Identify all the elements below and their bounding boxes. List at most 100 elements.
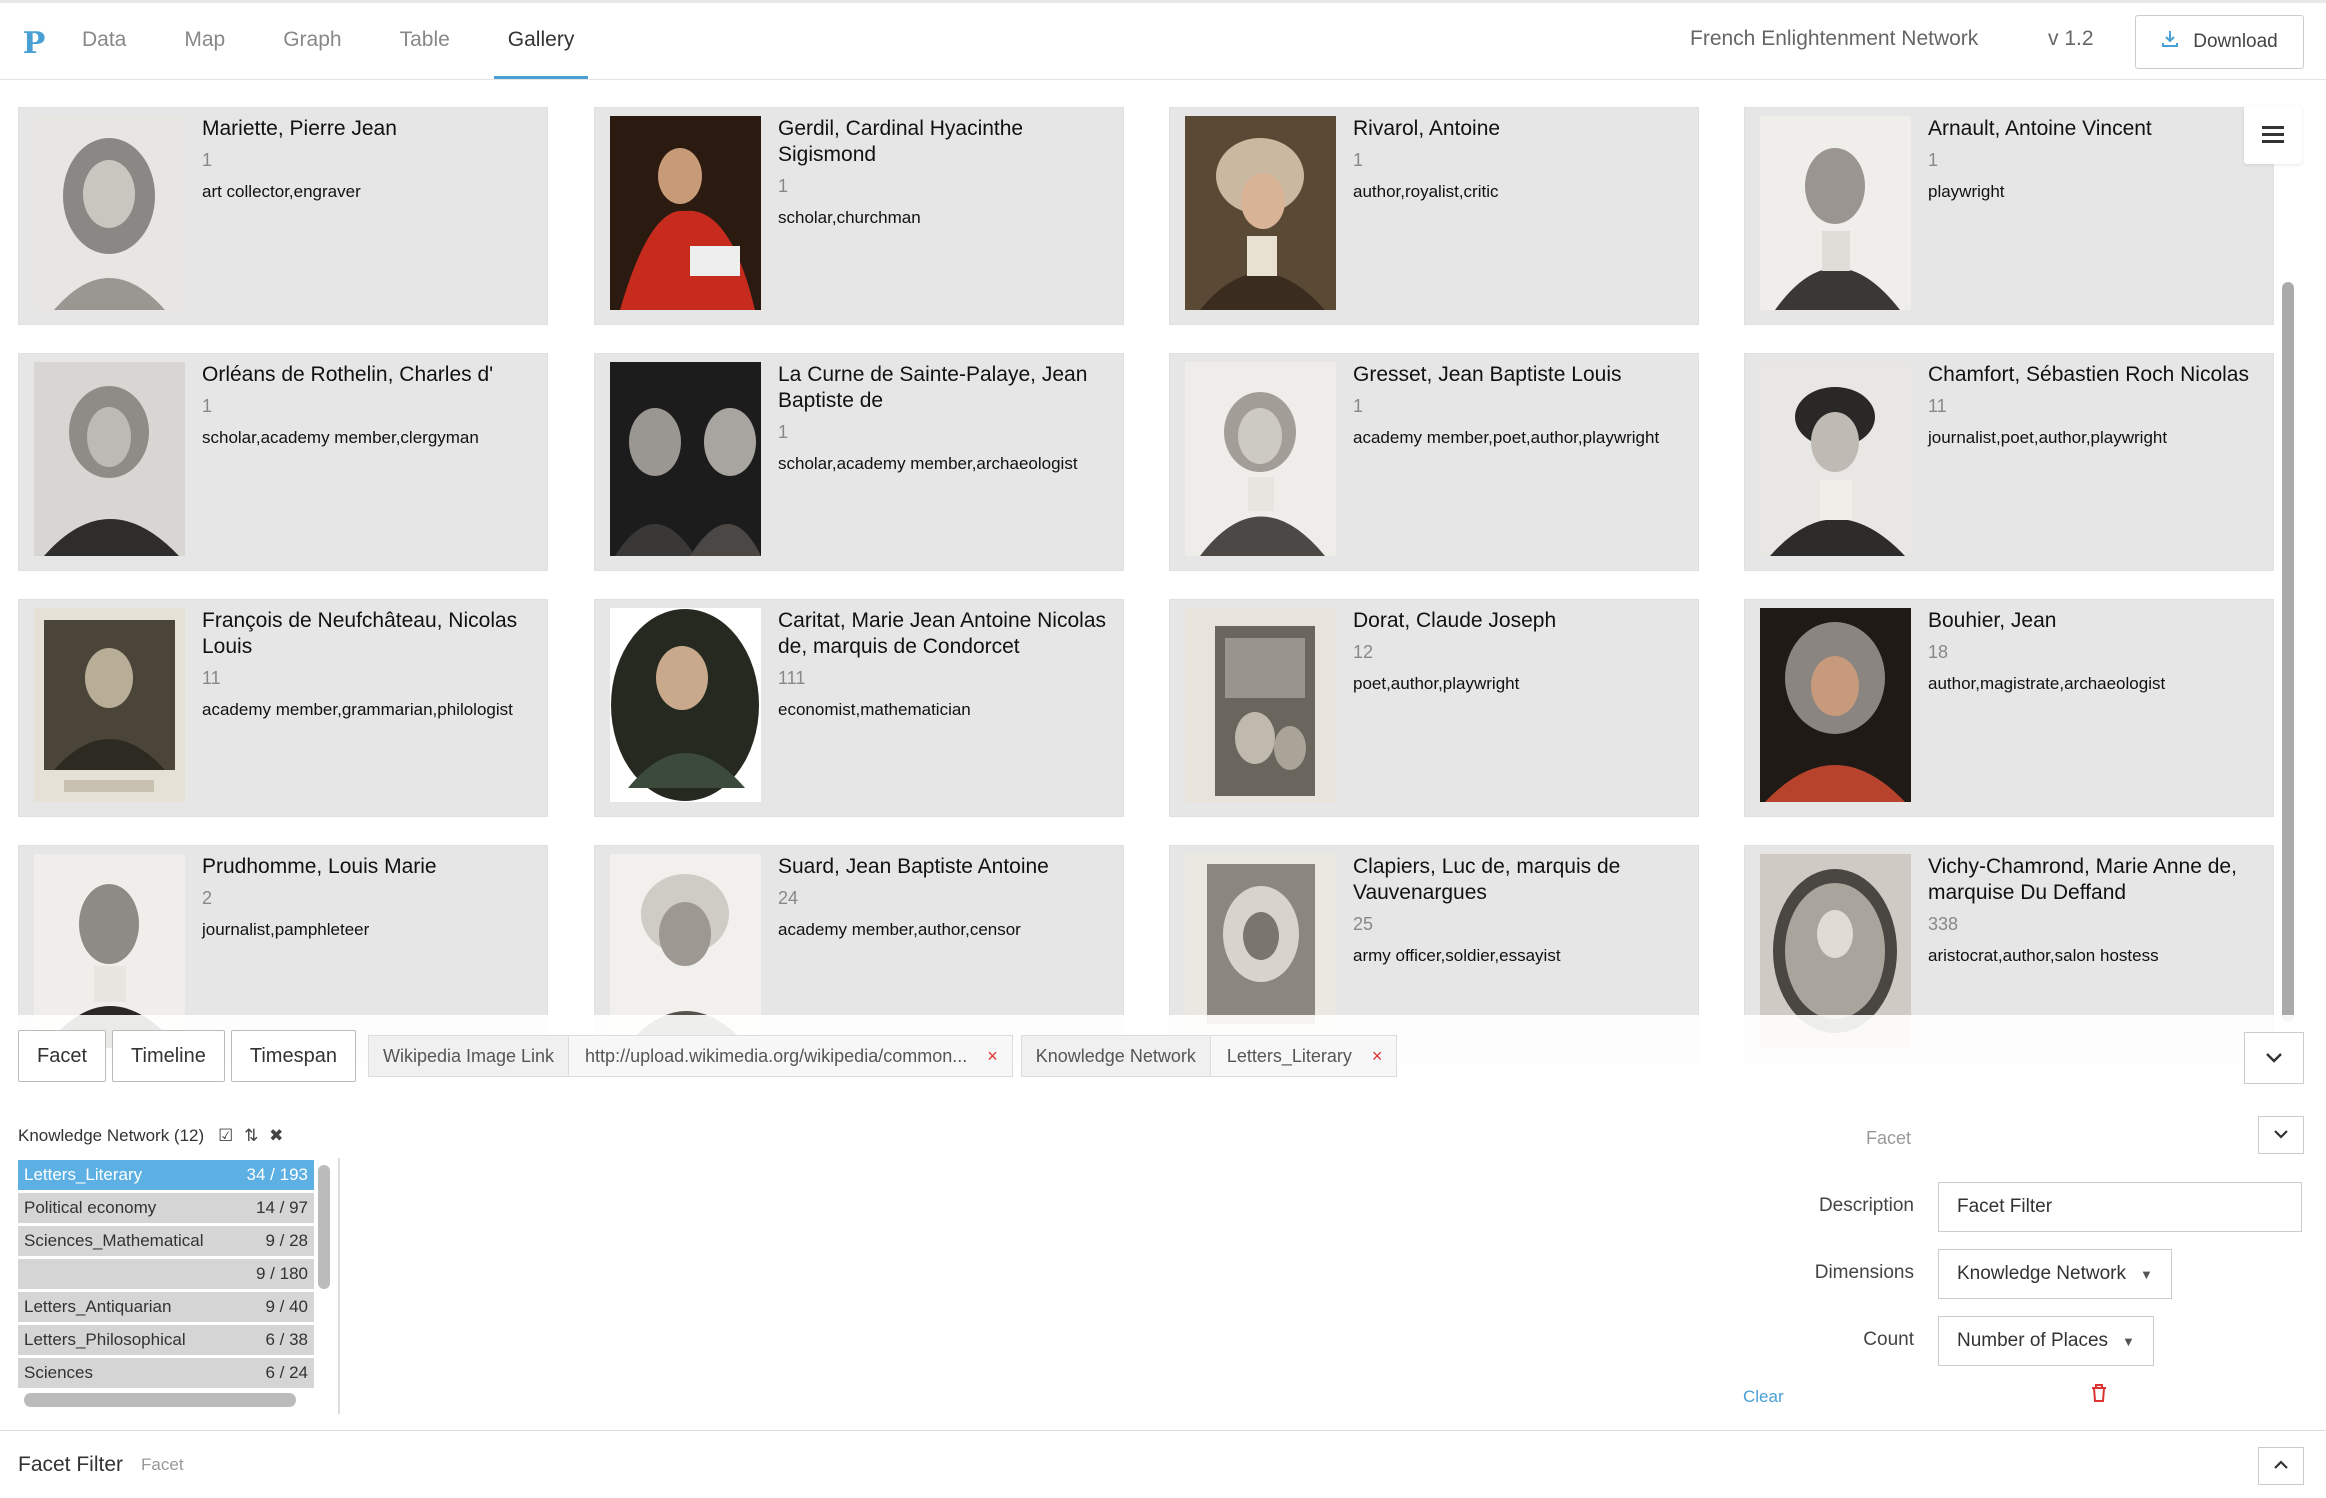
person-name: Rivarol, Antoine	[1353, 117, 1501, 140]
person-name: François de Neufchâteau, Nicolas Louis	[202, 609, 518, 658]
person-card[interactable]: Orléans de Rothelin, Charles d' 1 schola…	[18, 353, 548, 571]
caret-down-icon: ▼	[2122, 1333, 2135, 1349]
person-name: Chamfort, Sébastien Roch Nicolas	[1928, 363, 2249, 386]
person-roles: economist,mathematician	[778, 700, 971, 719]
tab-graph[interactable]: Graph	[269, 3, 355, 79]
tab-gallery[interactable]: Gallery	[493, 3, 589, 79]
person-name: Clapiers, Luc de, marquis de Vauvenargue…	[1353, 855, 1621, 904]
person-roles: journalist,pamphleteer	[202, 920, 370, 939]
facet-row[interactable]: 9 / 180	[18, 1259, 314, 1289]
chevron-down-icon	[2265, 1047, 2283, 1070]
description-input[interactable]: Facet Filter	[1938, 1182, 2302, 1232]
main-nav: Data Map Graph Table Gallery	[68, 3, 618, 79]
facet-title: Knowledge Network (12)	[18, 1126, 205, 1145]
description-label: Description	[1818, 1195, 1914, 1216]
hamburger-menu-button[interactable]	[2244, 106, 2302, 164]
person-name: Orléans de Rothelin, Charles d'	[202, 363, 494, 386]
person-count: 24	[778, 888, 799, 908]
facet-row[interactable]: Sciences_Mathematical 9 / 28	[18, 1226, 314, 1256]
portrait-image	[1185, 116, 1336, 310]
person-count: 1	[778, 176, 789, 196]
remove-chip-icon[interactable]: ×	[1367, 1036, 1397, 1076]
facet-header: Knowledge Network (12) ☑ ⇅ ✖	[18, 1118, 338, 1154]
facet-row-label: Letters_Literary	[24, 1165, 143, 1184]
collapse-settings-button[interactable]	[2258, 1116, 2304, 1154]
facet-button[interactable]: Facet	[18, 1030, 107, 1082]
facet-tools-icons[interactable]: ☑ ⇅ ✖	[218, 1126, 286, 1146]
app-logo[interactable]: P	[0, 22, 68, 61]
chevron-up-icon	[2273, 1457, 2289, 1475]
remove-chip-icon[interactable]: ×	[983, 1036, 1012, 1076]
person-card[interactable]: Mariette, Pierre Jean 1 art collector,en…	[18, 107, 548, 325]
hamburger-icon	[2262, 118, 2284, 152]
facet-horizontal-scrollbar[interactable]	[24, 1393, 296, 1407]
facet-row[interactable]: Political economy 14 / 97	[18, 1193, 314, 1223]
person-card[interactable]: Rivarol, Antoine 1 author,royalist,criti…	[1169, 107, 1699, 325]
facet-row[interactable]: Letters_Antiquarian 9 / 40	[18, 1292, 314, 1322]
person-count: 18	[1928, 642, 1949, 662]
person-name: Caritat, Marie Jean Antoine Nicolas de, …	[778, 609, 1106, 658]
tab-table[interactable]: Table	[386, 3, 464, 79]
facet-list: Letters_Literary 34 / 193 Political econo…	[18, 1160, 314, 1391]
person-card[interactable]: Arnault, Antoine Vincent 1 playwright	[1744, 107, 2274, 325]
person-roles: academy member,poet,author,playwright	[1353, 428, 1660, 447]
chip-key: Wikipedia Image Link	[369, 1036, 570, 1076]
gallery-scrollbar[interactable]	[2282, 282, 2294, 1022]
portrait-image	[34, 362, 185, 556]
collapse-filters-button[interactable]	[2244, 1032, 2304, 1084]
count-select[interactable]: Number of Places ▼	[1938, 1316, 2154, 1366]
card-info: Chamfort, Sébastien Roch Nicolas 11 jour…	[1928, 362, 2268, 451]
bottom-filter-subtitle: Facet	[141, 1454, 184, 1474]
person-roles: scholar,academy member,archaeologist	[778, 454, 1078, 473]
person-card[interactable]: Bouhier, Jean 18 author,magistrate,archa…	[1744, 599, 2274, 817]
person-name: Mariette, Pierre Jean	[202, 117, 397, 140]
person-name: Vichy-Chamrond, Marie Anne de, marquise …	[1928, 855, 2237, 904]
trash-icon[interactable]	[2090, 1383, 2108, 1409]
facet-row-label: Letters_Philosophical	[24, 1330, 186, 1349]
person-card[interactable]: Chamfort, Sébastien Roch Nicolas 11 jour…	[1744, 353, 2274, 571]
facet-row[interactable]: Letters_Literary 34 / 193	[18, 1160, 314, 1190]
clear-button[interactable]: Clear	[1743, 1387, 1784, 1407]
person-card[interactable]: Dorat, Claude Joseph 12 poet,author,play…	[1169, 599, 1699, 817]
portrait-image	[610, 116, 761, 310]
facet-vertical-scrollbar[interactable]	[318, 1165, 330, 1289]
tab-data[interactable]: Data	[68, 3, 140, 79]
card-info: La Curne de Sainte-Palaye, Jean Baptiste…	[778, 362, 1118, 477]
facet-row[interactable]: Letters_Philosophical 6 / 38	[18, 1325, 314, 1355]
timeline-button[interactable]: Timeline	[112, 1030, 225, 1082]
person-count: 1	[202, 150, 213, 170]
download-label: Download	[2193, 31, 2278, 52]
person-card[interactable]: Gerdil, Cardinal Hyacinthe Sigismond 1 s…	[594, 107, 1124, 325]
person-count: 11	[1928, 396, 1947, 416]
person-roles: army officer,soldier,essayist	[1353, 946, 1561, 965]
person-name: Bouhier, Jean	[1928, 609, 2057, 632]
version-label: v 1.2	[2048, 27, 2094, 50]
facet-row-count: 9 / 28	[265, 1231, 308, 1250]
person-card[interactable]: Gresset, Jean Baptiste Louis 1 academy m…	[1169, 353, 1699, 571]
chip-value: Letters_Literary	[1210, 1036, 1368, 1076]
timespan-button[interactable]: Timespan	[230, 1030, 356, 1082]
person-count: 338	[1928, 914, 1959, 934]
tab-map[interactable]: Map	[170, 3, 239, 79]
person-card[interactable]: Caritat, Marie Jean Antoine Nicolas de, …	[594, 599, 1124, 817]
facet-row[interactable]: Sciences 6 / 24	[18, 1358, 314, 1388]
card-info: Prudhomme, Louis Marie 2 journalist,pamp…	[202, 854, 542, 943]
dimensions-value: Knowledge Network	[1957, 1263, 2126, 1284]
person-card[interactable]: La Curne de Sainte-Palaye, Jean Baptiste…	[594, 353, 1124, 571]
person-roles: author,magistrate,archaeologist	[1928, 674, 2166, 693]
person-name: Gerdil, Cardinal Hyacinthe Sigismond	[778, 117, 1024, 166]
chevron-down-icon	[2273, 1126, 2289, 1144]
facet-list-panel: Knowledge Network (12) ☑ ⇅ ✖ Letters_Lit…	[18, 1118, 338, 1418]
card-info: Suard, Jean Baptiste Antoine 24 academy …	[778, 854, 1118, 943]
person-count: 12	[1353, 642, 1374, 662]
portrait-image	[34, 608, 185, 802]
facet-row-count: 6 / 38	[265, 1330, 308, 1349]
dimensions-select[interactable]: Knowledge Network ▼	[1938, 1249, 2172, 1299]
filter-type-label: Facet	[1866, 1128, 1912, 1148]
card-info: Mariette, Pierre Jean 1 art collector,en…	[202, 116, 542, 205]
facet-row-label: Sciences	[24, 1363, 93, 1382]
expand-panel-button[interactable]	[2258, 1447, 2304, 1485]
facet-row-label: Political economy	[24, 1198, 157, 1217]
download-button[interactable]: Download	[2135, 15, 2304, 69]
person-card[interactable]: François de Neufchâteau, Nicolas Louis 1…	[18, 599, 548, 817]
